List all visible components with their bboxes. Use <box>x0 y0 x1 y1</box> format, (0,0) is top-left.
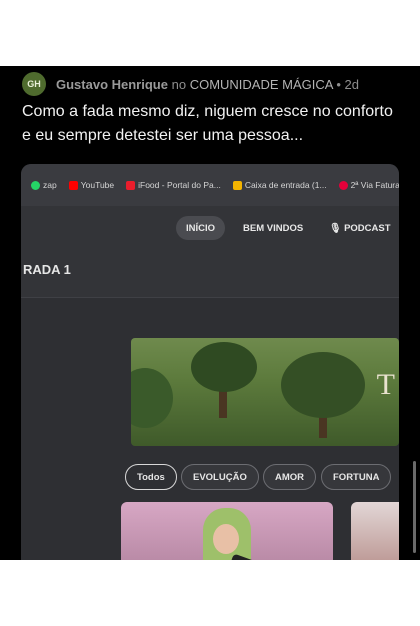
microphone-icon: 🎙 <box>329 222 342 234</box>
bookmark-label: zap <box>43 180 57 190</box>
gmail-icon <box>232 180 242 190</box>
tree <box>281 352 365 418</box>
bookmark-youtube: YouTube <box>68 180 115 190</box>
video-card <box>351 502 399 560</box>
nav-podcast-label: PODCAST <box>344 222 391 234</box>
bookmark-billing: 2ª Via Fatura S <box>338 180 399 190</box>
billing-icon <box>338 180 348 190</box>
bookmark-label: Caixa de entrada (1... <box>244 180 327 190</box>
whatsapp-icon <box>31 180 40 190</box>
post-caption[interactable]: Como a fada mesmo diz, niguem cresce no … <box>22 100 402 148</box>
website-screen: INÍCIO BEM VINDOS 🎙 PODCAST RADA 1 T Tod… <box>21 206 399 560</box>
avatar[interactable]: GH <box>22 72 46 96</box>
bookmark-label: 2ª Via Fatura S <box>350 180 399 190</box>
site-nav: INÍCIO BEM VINDOS 🎙 PODCAST RADA 1 <box>21 206 399 298</box>
bookmark-label: iFood - Portal do Pa... <box>138 180 221 190</box>
bookmark-zap: zap <box>31 180 57 190</box>
tree <box>191 342 257 392</box>
filter-amor: AMOR <box>263 464 317 490</box>
in-word: no <box>171 76 187 92</box>
ifood-icon <box>126 180 136 190</box>
youtube-icon <box>68 180 78 190</box>
filter-fortuna: FORTUNA <box>321 464 392 490</box>
video-card <box>121 502 333 560</box>
top-margin <box>0 0 420 66</box>
bookmark-gmail: Caixa de entrada (1... <box>232 180 327 190</box>
section-title: RADA 1 <box>23 262 71 277</box>
bookmark-ifood: iFood - Portal do Pa... <box>126 180 221 190</box>
nav-inicio: INÍCIO <box>176 216 226 240</box>
group-name[interactable]: COMUNIDADE MÁGICA <box>190 77 333 92</box>
tree <box>131 368 173 428</box>
nav-podcast: 🎙 PODCAST <box>319 216 399 240</box>
person-face <box>213 524 239 554</box>
bookmark-label: YouTube <box>80 180 115 190</box>
post-photo[interactable]: zap YouTube iFood - Portal do Pa... Caix… <box>21 164 399 560</box>
filter-todos: Todos <box>125 464 177 490</box>
scrollbar[interactable] <box>413 461 416 553</box>
banner-title-letter: T <box>376 368 395 401</box>
post-time: 2d <box>344 76 359 92</box>
post-card: GH Gustavo Henrique no COMUNIDADE MÁGICA… <box>0 66 420 560</box>
post-meta: Gustavo Henrique no COMUNIDADE MÁGICA • … <box>56 77 359 92</box>
filter-evolucao: EVOLUÇÃO <box>181 464 259 490</box>
meta-separator: • <box>336 76 341 92</box>
nav-bem-vindos: BEM VINDOS <box>243 222 304 234</box>
author-name[interactable]: Gustavo Henrique <box>56 77 168 92</box>
bottom-margin <box>0 560 420 626</box>
forest-banner: T <box>131 338 399 446</box>
bookmarks-bar: zap YouTube iFood - Portal do Pa... Caix… <box>21 164 399 206</box>
post-header: GH Gustavo Henrique no COMUNIDADE MÁGICA… <box>22 70 359 98</box>
